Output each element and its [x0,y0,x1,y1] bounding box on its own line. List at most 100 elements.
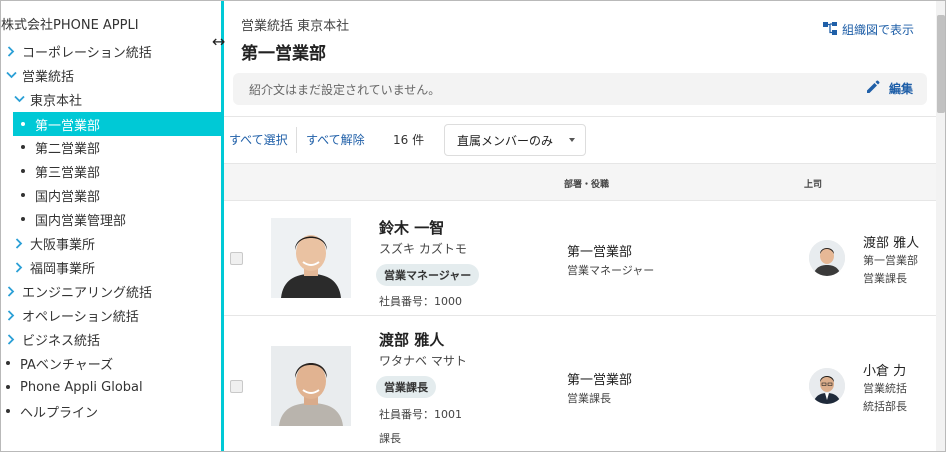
member-photo[interactable] [271,346,351,426]
sidebar-item-label: エンジニアリング統括 [22,285,153,301]
member-name[interactable]: 鈴木 一智 [379,217,444,238]
manager-position: 統括部長 [863,400,907,413]
sidebar-item[interactable]: 営業統括 [4,63,74,87]
member-filter-select[interactable]: 直属メンバーのみ [444,124,586,156]
bullet-icon [6,385,10,389]
sidebar-item[interactable]: コーポレーション統括 [4,39,152,63]
column-header-dept-role: 部署・役職 [564,180,610,190]
sidebar-item-label: Phone Appli Global [20,379,143,395]
manager-avatar[interactable] [809,240,845,276]
sidebar-item[interactable]: ヘルプライン [4,399,98,423]
member-kana: スズキ カズトモ [379,242,467,256]
chevron-right-icon[interactable] [12,237,26,249]
pencil-icon [865,79,889,98]
sidebar-item[interactable]: 東京本社 [12,87,82,111]
bullet-icon [21,193,25,197]
bullet-icon [21,217,25,221]
sidebar-item-label: 第一営業部 [35,118,101,134]
intro-panel: 紹介文はまだ設定されていません。 編集 [233,73,927,105]
sidebar-item[interactable]: 第三営業部 [19,159,100,183]
clear-all-link[interactable]: すべて解除 [306,131,365,148]
member-photo[interactable] [271,218,351,298]
member-name[interactable]: 渡部 雅人 [379,329,444,350]
chevron-right-icon[interactable] [4,309,18,321]
sidebar-item-label: ヘルプライン [20,405,99,421]
role-badge: 営業マネージャー [376,264,480,286]
chevron-down-icon[interactable] [4,71,18,79]
bullet-icon [21,145,25,149]
app-window: 株式会社PHONE APPLI コーポレーション統括 営業統括 東京本社 第一営業部第… [0,0,946,452]
sidebar-item-label: 第二営業部 [35,141,101,157]
breadcrumb: 営業統括 東京本社 [241,19,350,34]
table-header: 部署・役職 上司 [224,163,936,201]
member-count: 16 件 [393,133,425,147]
intro-text: 紹介文はまだ設定されていません。 [249,83,441,97]
sidebar-item-label: オペレーション統括 [22,309,139,325]
bullet-icon [21,169,25,173]
member-position: 営業マネージャー [567,264,655,277]
sidebar-item[interactable]: Phone Appli Global [4,375,143,399]
sidebar-item-label: 第三営業部 [35,165,101,181]
page-title: 第一営業部 [241,44,326,64]
chevron-right-icon[interactable] [4,333,18,345]
chevron-right-icon[interactable] [4,285,18,297]
sidebar-item-label: 東京本社 [30,93,83,109]
sidebar-item[interactable]: 第二営業部 [19,135,100,159]
sidebar-item[interactable]: オペレーション統括 [4,303,139,327]
manager-dept: 営業統括 [863,382,907,395]
sidebar-item[interactable]: PAベンチャーズ [4,351,113,375]
row-checkbox[interactable] [230,252,243,265]
manager-name[interactable]: 小倉 力 [863,360,906,379]
org-chart-link[interactable]: 組織図で表示 [822,21,914,38]
sidebar-item-label: 大阪事業所 [30,237,96,253]
sidebar-item-label: コーポレーション統括 [22,45,152,61]
sidebar-item[interactable]: ビジネス統括 [4,327,100,351]
org-chart-link-label: 組織図で表示 [841,23,914,37]
manager-position: 営業課長 [863,272,907,285]
sidebar-item-label: PAベンチャーズ [20,357,114,373]
sidebar-item-label: 国内営業管理部 [35,213,127,229]
sidebar-item[interactable]: エンジニアリング統括 [4,279,152,303]
bullet-icon [21,122,25,126]
sidebar-item-label: 国内営業部 [35,189,101,205]
table-row[interactable]: 鈴木 一智 スズキ カズトモ 営業マネージャー 社員番号：1000 第一営業部 … [224,202,936,316]
member-dept: 第一営業部 [567,245,633,260]
sidebar-item[interactable]: 福岡事業所 [12,255,95,279]
org-tree-root[interactable]: 株式会社PHONE APPLI [1,14,139,33]
column-header-manager: 上司 [804,180,823,190]
sidebar-item[interactable]: 国内営業管理部 [19,207,126,231]
toolbar-separator [296,127,297,153]
manager-name[interactable]: 渡部 雅人 [863,232,919,251]
member-position: 営業課長 [567,392,611,405]
employee-number: 社員番号：1000 [379,295,462,308]
chevron-down-icon[interactable] [12,95,26,103]
chevron-right-icon[interactable] [4,45,18,57]
member-title: 課長 [379,432,401,445]
edit-button[interactable]: 編集 [865,79,913,98]
sidebar-item[interactable]: 国内営業部 [19,183,100,207]
sidebar-item[interactable]: 第一営業部 [13,112,222,136]
bullet-icon [6,409,10,413]
select-all-link[interactable]: すべて選択 [229,131,288,148]
bullet-icon [6,361,10,365]
manager-avatar[interactable] [809,368,845,404]
edit-button-label: 編集 [888,82,913,96]
manager-dept: 第一営業部 [863,254,918,267]
sidebar-item-label: 福岡事業所 [30,261,96,277]
sidebar-item[interactable]: 大阪事業所 [12,231,95,255]
toolbar-divider [224,116,936,117]
main-content: 営業統括 東京本社 第一営業部 組織図で表示 紹介文はまだ設定されていません。 [224,1,936,451]
table-row[interactable]: 渡部 雅人 ワタナベ マサト 営業課長 社員番号：1001 課長 第一営業部 営… [224,316,936,451]
vertical-scrollbar[interactable] [936,1,945,451]
org-tree-sidebar: 株式会社PHONE APPLI コーポレーション統括営業統括東京本社第一営業部第… [1,1,222,451]
org-chart-icon [822,21,842,38]
member-filter-value: 直属メンバーのみ [457,133,554,148]
scrollbar-thumb[interactable] [937,15,945,113]
chevron-right-icon[interactable] [12,261,26,273]
sidebar-item-label: ビジネス統括 [22,333,101,349]
row-checkbox[interactable] [230,380,243,393]
member-dept: 第一営業部 [567,373,633,388]
member-kana: ワタナベ マサト [379,354,467,368]
employee-number: 社員番号：1001 [379,408,462,421]
dropdown-caret-icon [569,138,575,142]
